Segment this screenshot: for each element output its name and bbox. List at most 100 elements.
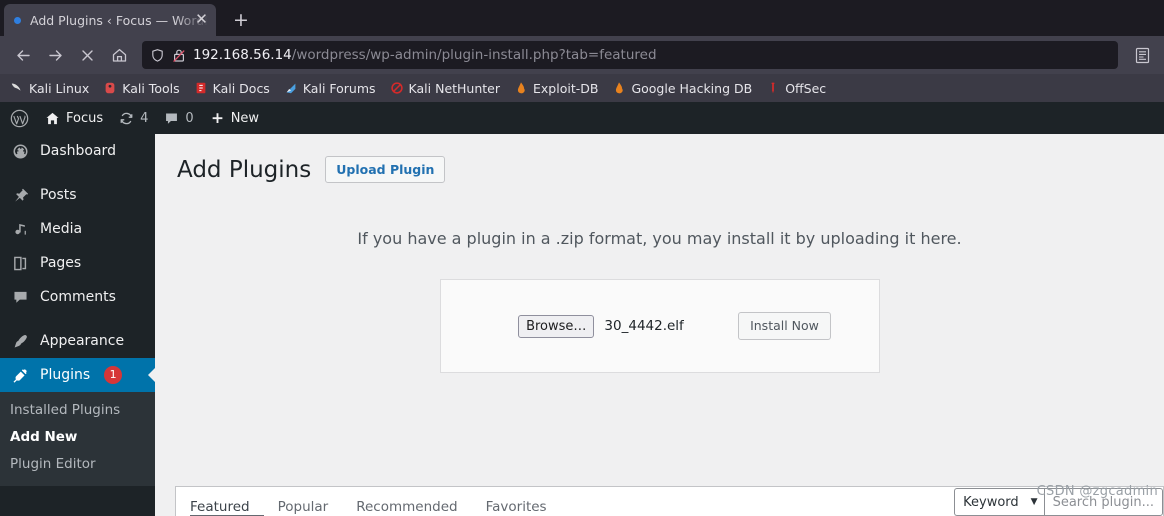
bookmark-label: Kali Docs [212, 80, 270, 96]
selected-file-name: 30_4442.elf [604, 318, 684, 334]
wordpress-logo-menu[interactable] [2, 102, 37, 134]
sidebar-item-label: Dashboard [40, 143, 116, 159]
updates-menu[interactable]: 4 [111, 102, 156, 134]
sidebar-item-appearance[interactable]: Appearance [0, 324, 155, 358]
pages-icon [10, 255, 30, 272]
submenu-item-installed-plugins[interactable]: Installed Plugins [0, 397, 155, 424]
site-name-menu[interactable]: Focus [37, 102, 111, 134]
page-viewport: Focus 4 0 New Dashboard Posts Media Page… [0, 102, 1164, 516]
new-content-menu[interactable]: New [202, 102, 267, 134]
install-now-button[interactable]: Install Now [738, 312, 831, 340]
wp-admin-bar: Focus 4 0 New [0, 102, 1164, 134]
home-icon[interactable] [104, 40, 134, 70]
plugins-update-badge: 1 [104, 366, 123, 384]
plugin-filter-tabs: Featured Popular Recommended Favorites [176, 499, 575, 516]
bookmark-label: OffSec [785, 80, 827, 96]
sidebar-item-label: Plugins [40, 367, 91, 383]
kali-nethunter-icon [390, 82, 403, 94]
bookmark-kali-nethunter[interactable]: Kali NetHunter [384, 79, 506, 98]
kali-docs-icon [196, 82, 205, 94]
site-name: Focus [66, 110, 104, 126]
menu-separator [0, 314, 155, 324]
admin-body: Dashboard Posts Media Pages Comments App… [0, 134, 1164, 516]
comments-count: 0 [185, 110, 194, 126]
tab-strip: Add Plugins ‹ Focus — WordPress ✕ + [0, 0, 1164, 36]
exploit-db-icon [517, 82, 525, 94]
offsec-icon [771, 82, 775, 94]
plugins-plug-icon [10, 367, 30, 384]
search-type-value: Keyword [963, 494, 1019, 510]
plugin-upload-form: Browse… 30_4442.elf Install Now [439, 279, 880, 373]
comments-menu[interactable]: 0 [156, 102, 201, 134]
bookmark-kali-docs[interactable]: Kali Docs [188, 79, 276, 98]
search-type-select[interactable]: Keyword ▼ [954, 488, 1044, 516]
dashboard-icon [10, 143, 30, 160]
close-icon[interactable]: ✕ [193, 11, 210, 28]
media-icon [10, 221, 30, 238]
sidebar-item-pages[interactable]: Pages [0, 246, 155, 280]
watermark-text: CSDN @zgcadmin [1036, 484, 1158, 499]
bookmark-kali-forums[interactable]: Kali Forums [278, 79, 382, 98]
plugins-submenu: Installed Plugins Add New Plugin Editor [0, 392, 155, 486]
google-hacking-db-icon [616, 82, 624, 94]
new-label: New [230, 110, 260, 126]
bookmark-kali-linux[interactable]: Kali Linux [4, 79, 95, 98]
sidebar-item-media[interactable]: Media [0, 212, 155, 246]
sidebar-item-label: Posts [40, 187, 77, 203]
upload-plugin-button[interactable]: Upload Plugin [325, 156, 446, 183]
bookmark-kali-tools[interactable]: Kali Tools [97, 79, 185, 98]
submenu-item-add-new[interactable]: Add New [0, 424, 155, 451]
browser-window: Add Plugins ‹ Focus — WordPress ✕ + [0, 0, 1164, 516]
reader-view-icon[interactable] [1128, 41, 1156, 69]
browser-tab[interactable]: Add Plugins ‹ Focus — WordPress ✕ [4, 4, 216, 36]
sidebar-item-label: Appearance [40, 333, 125, 349]
upload-instructions: If you have a plugin in a .zip format, y… [357, 229, 962, 248]
url-text: 192.168.56.14/wordpress/wp-admin/plugin-… [193, 47, 657, 63]
sidebar-item-comments[interactable]: Comments [0, 280, 155, 314]
sidebar-item-label: Comments [40, 289, 116, 305]
navigation-toolbar: 192.168.56.14/wordpress/wp-admin/plugin-… [0, 36, 1164, 74]
tab-recommended[interactable]: Recommended [356, 499, 471, 516]
pin-icon [10, 187, 30, 204]
comments-icon [10, 289, 30, 306]
sidebar-item-label: Media [40, 221, 83, 237]
kali-forums-icon [286, 83, 296, 94]
new-tab-button[interactable]: + [226, 5, 256, 35]
bookmark-offsec[interactable]: OffSec [760, 79, 832, 98]
updates-count: 4 [140, 110, 149, 126]
kali-dragon-icon [11, 83, 21, 91]
back-arrow-icon[interactable] [8, 40, 38, 70]
address-bar[interactable]: 192.168.56.14/wordpress/wp-admin/plugin-… [142, 41, 1118, 69]
sidebar-item-label: Pages [40, 255, 82, 271]
page-header: Add Plugins Upload Plugin [175, 134, 1144, 183]
bookmarks-bar: Kali Linux Kali Tools Kali Docs Kali For… [0, 74, 1164, 102]
submenu-item-plugin-editor[interactable]: Plugin Editor [0, 451, 155, 478]
tab-title: Add Plugins ‹ Focus — WordPress [30, 12, 210, 28]
appearance-brush-icon [10, 333, 30, 350]
menu-separator [0, 168, 155, 178]
bookmark-label: Kali NetHunter [408, 80, 501, 96]
sidebar-item-posts[interactable]: Posts [0, 178, 155, 212]
sidebar-item-dashboard[interactable]: Dashboard [0, 134, 155, 168]
bookmark-label: Kali Tools [122, 80, 180, 96]
plus-icon [212, 112, 223, 123]
stop-loading-icon[interactable] [72, 40, 102, 70]
tab-popular[interactable]: Popular [278, 499, 343, 516]
home-icon [46, 112, 59, 124]
forward-arrow-icon[interactable] [40, 40, 70, 70]
url-host: 192.168.56.14 [193, 47, 292, 63]
tab-featured[interactable]: Featured [190, 499, 264, 516]
lock-broken-icon[interactable] [172, 48, 186, 63]
comments-icon [166, 112, 178, 124]
bookmark-label: Kali Forums [302, 80, 376, 96]
sidebar-item-plugins[interactable]: Plugins 1 [0, 358, 155, 392]
bookmark-label: Kali Linux [29, 80, 90, 96]
bookmark-google-hacking-db[interactable]: Google Hacking DB [606, 79, 758, 98]
bookmark-exploit-db[interactable]: Exploit-DB [508, 79, 604, 98]
plugin-browse-panel: Featured Popular Recommended Favorites K… [175, 486, 1164, 516]
tab-favorites[interactable]: Favorites [486, 499, 561, 516]
browse-button[interactable]: Browse… [518, 314, 595, 338]
admin-sidebar-menu: Dashboard Posts Media Pages Comments App… [0, 134, 155, 516]
kali-tools-icon [105, 82, 115, 94]
shield-icon[interactable] [150, 48, 165, 63]
